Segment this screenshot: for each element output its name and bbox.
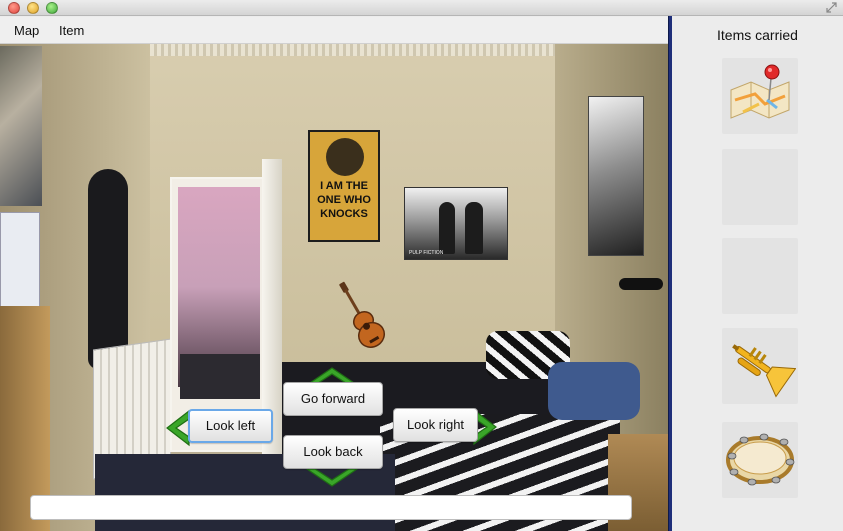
hanging-coat <box>88 169 128 369</box>
command-input[interactable] <box>30 495 632 520</box>
hallway-floor <box>180 354 260 399</box>
menu-item[interactable]: Item <box>59 23 84 38</box>
poster-pulp-fiction: PULP FICTION <box>404 187 508 260</box>
inventory-slot-2[interactable] <box>722 149 798 225</box>
tambourine-icon[interactable] <box>724 426 796 494</box>
fullscreen-icon[interactable] <box>826 2 837 13</box>
inventory-slot-4[interactable] <box>722 328 798 404</box>
left-wall-poster <box>0 46 42 206</box>
notice-board <box>0 212 40 307</box>
map-pin-icon[interactable] <box>725 60 795 130</box>
zoom-window-button[interactable] <box>46 2 58 14</box>
poster-line-2: ONE WHO <box>317 194 371 206</box>
guitar-icon[interactable] <box>328 276 392 354</box>
inventory-slot-3[interactable] <box>722 238 798 314</box>
chevron-down-icon <box>305 468 359 487</box>
menu-bar: Map Item <box>0 17 668 44</box>
minimize-window-button[interactable] <box>27 2 39 14</box>
right-wall-poster <box>588 96 644 256</box>
poster-breaking-bad: I AM THE ONE WHO KNOCKS <box>308 130 380 242</box>
poster-figure-right <box>465 202 483 254</box>
pillow-blue <box>548 362 640 420</box>
poster-line-1: I AM THE <box>320 180 368 192</box>
look-back-button[interactable]: Look back <box>283 435 383 469</box>
close-window-button[interactable] <box>8 2 20 14</box>
poster-caption: PULP FICTION <box>409 250 444 256</box>
poster-figure-left <box>439 202 455 254</box>
chevron-left-icon <box>166 409 190 447</box>
wall-lamp <box>619 278 663 290</box>
inventory-slot-5[interactable] <box>722 422 798 498</box>
inventory-panel: Items carried <box>672 16 843 531</box>
look-left-button[interactable]: Look left <box>188 409 273 443</box>
menu-map[interactable]: Map <box>14 23 39 38</box>
trumpet-icon[interactable] <box>724 332 796 402</box>
look-right-button[interactable]: Look right <box>393 408 478 442</box>
poster-line-3: KNOCKS <box>320 208 368 220</box>
window-title-bar <box>0 0 843 16</box>
ceiling-cornice <box>150 44 555 56</box>
go-forward-button[interactable]: Go forward <box>283 382 383 416</box>
inventory-title: Items carried <box>717 27 798 43</box>
poster-face <box>326 138 364 176</box>
inventory-slot-1[interactable] <box>722 58 798 134</box>
